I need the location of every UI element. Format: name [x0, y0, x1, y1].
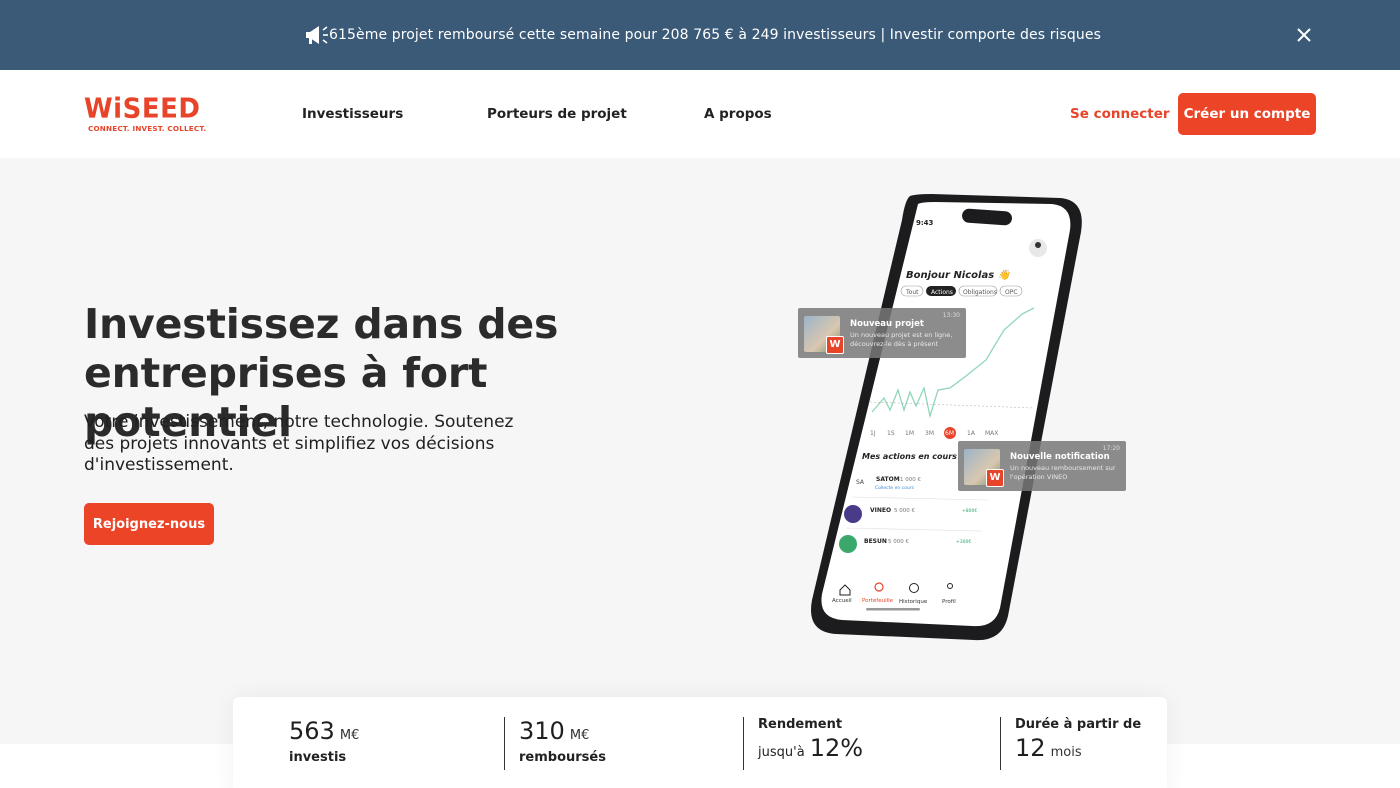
- phone-filter-actions: Actions: [931, 289, 953, 296]
- stat-duree: Durée à partir de 12 mois: [1015, 717, 1141, 771]
- notification-text: Un nouveau projet est en ligne, découvre…: [850, 331, 953, 348]
- nav-a-propos[interactable]: A propos: [704, 106, 772, 122]
- stat-duree-heading: Durée à partir de: [1015, 717, 1142, 732]
- notification-time: 17:20: [1102, 445, 1120, 452]
- holding-besun-name: BESUN: [864, 538, 887, 545]
- notification-time: 13:30: [942, 312, 960, 319]
- stat-rendement-prefix: jusqu'à: [758, 745, 805, 760]
- wiseed-badge-icon: W: [986, 469, 1004, 487]
- join-button[interactable]: Rejoignez-nous: [84, 503, 214, 545]
- phone-illustration: 9:43 Bonjour Nicolas 👋 Tout Actions Obli…: [811, 194, 1082, 641]
- notification-nouvelle-notification: W Nouvelle notification Un nouveau rembo…: [958, 441, 1126, 491]
- stat-rendement-heading: Rendement: [758, 717, 843, 732]
- holding-besun-amount: 5 000 €: [888, 539, 909, 545]
- stats-card: 563 M€ investis 310 M€ remboursés Rendem…: [233, 697, 1167, 788]
- phone-range-1j: 1J: [870, 430, 876, 437]
- phone-tab-portefeuille: Portefeuille: [862, 598, 894, 604]
- phone-filter-obligations: Obligations: [963, 289, 997, 296]
- phone-tab-historique: Historique: [899, 599, 928, 605]
- holding-besun-delta: +300€: [956, 539, 971, 545]
- phone-range-6m: 6M: [945, 430, 954, 437]
- nav-investisseurs[interactable]: Investisseurs: [302, 106, 403, 122]
- phone-tab-accueil: Accueil: [832, 598, 852, 604]
- stat-rembourses: 310 M€ remboursés: [519, 717, 606, 771]
- close-icon[interactable]: [1294, 25, 1314, 45]
- phone-greeting: Bonjour Nicolas 👋: [906, 269, 1012, 281]
- holding-satom-name: SATOM: [876, 476, 900, 483]
- holding-vineo-delta: +800€: [962, 508, 977, 514]
- site-header: WiSEED CONNECT. INVEST. COLLECT. Investi…: [0, 70, 1400, 158]
- phone-range-1s: 1S: [887, 430, 895, 437]
- phone-range-3m: 3M: [925, 430, 934, 437]
- hero-subtitle: Votre investissement, notre technologie.…: [84, 412, 514, 475]
- megaphone-icon: [306, 26, 328, 44]
- hero-title-line1: Investissez dans des: [84, 300, 559, 348]
- svg-text:SA: SA: [856, 479, 865, 486]
- stat-duree-value: 12: [1015, 734, 1046, 762]
- stats-divider: [1000, 717, 1001, 770]
- stat-duree-unit: mois: [1050, 745, 1082, 760]
- wiseed-badge-icon: W: [826, 336, 844, 354]
- notification-text: Un nouveau remboursement sur l'opération…: [1010, 464, 1116, 481]
- holding-vineo-amount: 5 000 €: [894, 508, 915, 514]
- notification-title: Nouvelle notification: [1010, 452, 1110, 462]
- phone-filter-tout: Tout: [905, 289, 919, 296]
- stat-rembourses-value: 310: [519, 717, 565, 745]
- phone-mockup: 9:43 Bonjour Nicolas 👋 Tout Actions Obli…: [790, 190, 1150, 650]
- logo-tagline: CONNECT. INVEST. COLLECT.: [88, 124, 207, 133]
- stat-investis-value: 563: [289, 717, 335, 745]
- nav-porteurs-de-projet[interactable]: Porteurs de projet: [487, 106, 627, 122]
- wiseed-logo[interactable]: WiSEED CONNECT. INVEST. COLLECT.: [84, 93, 208, 136]
- phone-range-max: MAX: [985, 430, 998, 437]
- stat-rembourses-unit: M€: [569, 728, 590, 743]
- phone-range-1a: 1A: [967, 430, 976, 437]
- announcement-bar: 615ème projet remboursé cette semaine po…: [0, 0, 1400, 70]
- notification-title: Nouveau projet: [850, 319, 924, 329]
- phone-section-title: Mes actions en cours: [862, 452, 957, 461]
- stat-rembourses-label: remboursés: [519, 750, 606, 765]
- holding-vineo-name: VINEO: [870, 507, 891, 514]
- phone-filter-opc: OPC: [1005, 289, 1018, 296]
- stat-investis-label: investis: [289, 750, 347, 765]
- holding-satom-status: Collecte en cours: [875, 485, 915, 491]
- stats-divider: [743, 717, 744, 770]
- login-link[interactable]: Se connecter: [1070, 106, 1170, 122]
- signup-button[interactable]: Créer un compte: [1178, 93, 1316, 135]
- phone-time: 9:43: [916, 219, 934, 227]
- stats-divider: [504, 717, 505, 770]
- stat-rendement-value: 12%: [809, 734, 864, 762]
- notification-nouveau-projet: W Nouveau projet Un nouveau projet est e…: [798, 308, 966, 358]
- announcement-text: 615ème projet remboursé cette semaine po…: [328, 27, 1102, 43]
- stat-investis-unit: M€: [339, 728, 360, 743]
- stat-rendement: Rendement jusqu'à 12%: [758, 717, 863, 771]
- phone-range-1m: 1M: [905, 430, 914, 437]
- holding-satom-amount: 1 000 €: [900, 477, 921, 483]
- logo-word: WiSEED: [84, 93, 201, 125]
- phone-tab-profil: Profil: [942, 599, 956, 605]
- stat-investis: 563 M€ investis: [289, 717, 359, 771]
